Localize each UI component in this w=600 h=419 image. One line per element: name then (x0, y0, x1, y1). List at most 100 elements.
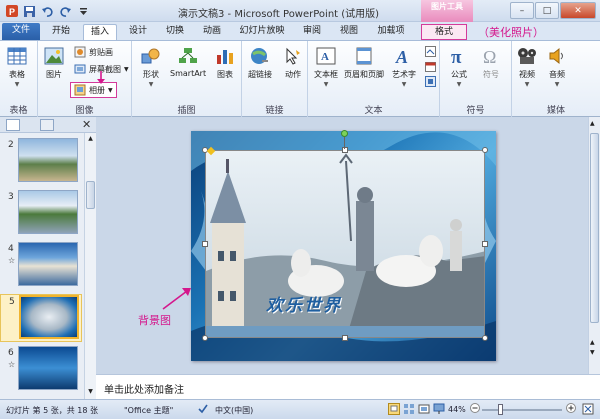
zoom-in-icon[interactable] (566, 403, 576, 415)
notes-placeholder: 单击此处添加备注 (104, 385, 184, 396)
video-button[interactable]: 视频 ▼ (516, 45, 538, 88)
tab-review[interactable]: 审阅 (297, 24, 327, 40)
slides-panel: ✕ 2 3 4 ☆ 5 6 ☆ ▲ ▼ (0, 117, 96, 399)
tab-design[interactable]: 设计 (123, 24, 153, 40)
tab-file[interactable]: 文件 (2, 23, 40, 40)
language[interactable]: 中文(中国) (215, 405, 253, 416)
thumbnail-image (19, 295, 79, 339)
tab-insert[interactable]: 插入 (83, 24, 117, 40)
scroll-down-icon[interactable]: ▼ (590, 349, 595, 356)
tab-addins[interactable]: 加载项 (371, 24, 411, 40)
maximize-button[interactable]: □ (535, 2, 559, 19)
group-label-symbol: 符号 (466, 106, 485, 116)
formula-button[interactable]: π 公式 ▼ (448, 45, 470, 88)
shapes-button[interactable]: 形状 ▼ (140, 45, 162, 88)
picture-button-label: 图片 (46, 70, 62, 79)
outline-tab-icon[interactable] (40, 119, 54, 131)
signature-line-icon[interactable] (424, 45, 436, 57)
scroll-down-icon[interactable]: ▲ (590, 339, 595, 346)
photo-album-button[interactable]: 相册 ▼ (70, 82, 117, 98)
tab-transitions[interactable]: 切换 (160, 24, 190, 40)
slide-thumbnail-2[interactable]: 2 (0, 138, 82, 186)
close-button[interactable]: ✕ (560, 2, 596, 19)
clipart-label: 剪贴画 (89, 47, 113, 57)
hyperlink-button[interactable]: 超链接 (248, 45, 272, 80)
clipart-button[interactable]: 剪贴画 (74, 45, 113, 59)
picture-button[interactable]: 图片 (43, 45, 65, 80)
zoom-level[interactable]: 44% (448, 405, 466, 414)
reading-view-icon[interactable] (418, 403, 430, 415)
audio-button[interactable]: 音频 ▼ (546, 45, 568, 88)
symbol-label: 符号 (483, 70, 499, 79)
scroll-up-icon[interactable]: ▲ (86, 135, 95, 144)
table-button-label: 表格 (9, 70, 25, 79)
slide-thumbnail-5[interactable]: 5 (0, 294, 82, 342)
notes-pane[interactable]: 单击此处添加备注 (96, 374, 600, 399)
scroll-thumb[interactable] (86, 181, 95, 209)
shapes-icon (140, 45, 162, 67)
scroll-down-icon[interactable]: ▼ (86, 388, 95, 397)
editor-scrollbar[interactable]: ▲ ▲ ▼ (588, 117, 600, 374)
close-panel-icon[interactable]: ✕ (82, 118, 91, 131)
redo-icon[interactable] (58, 4, 73, 19)
zoom-slider-track[interactable] (482, 409, 562, 411)
group-label-illustration: 插图 (177, 106, 196, 116)
object-icon[interactable] (424, 75, 436, 87)
resize-handle-br[interactable] (482, 335, 488, 341)
wordart-button[interactable]: A 艺术字 ▼ (392, 45, 416, 88)
slide-thumbnail-4[interactable]: 4 ☆ (0, 242, 82, 290)
resize-handle-b[interactable] (342, 335, 348, 341)
slide-thumbnail-3[interactable]: 3 (0, 190, 82, 238)
zoom-out-icon[interactable] (470, 403, 480, 415)
photo-caption: 欢乐世界 (266, 296, 342, 316)
normal-view-icon[interactable] (388, 403, 400, 415)
undo-icon[interactable] (40, 4, 55, 19)
audio-label: 音频 (549, 70, 565, 79)
film-reel-icon (516, 45, 538, 67)
table-button[interactable]: 表格 ▼ (6, 45, 28, 88)
header-footer-button[interactable]: 页眉和页脚 (344, 45, 384, 80)
resize-handle-l[interactable] (202, 241, 208, 247)
window-title: 演示文稿3 - Microsoft PowerPoint (试用版) (178, 9, 380, 20)
powerpoint-logo-icon[interactable]: P (4, 4, 19, 19)
tab-view[interactable]: 视图 (334, 24, 364, 40)
photo-album-label: 相册 (89, 85, 105, 95)
resize-handle-r[interactable] (482, 241, 488, 247)
tab-home[interactable]: 开始 (46, 24, 76, 40)
save-icon[interactable] (22, 4, 37, 19)
date-time-icon[interactable] (424, 60, 436, 72)
action-icon (282, 45, 304, 67)
resize-handle-t[interactable] (342, 147, 348, 153)
symbol-button[interactable]: Ω 符号 (480, 45, 502, 80)
resize-handle-tr[interactable] (482, 147, 488, 153)
resize-handle-bl[interactable] (202, 335, 208, 341)
fit-to-window-icon[interactable] (582, 403, 594, 417)
rotation-handle[interactable] (341, 130, 348, 137)
group-symbol: π 公式 ▼ Ω 符号 符号 (440, 41, 512, 117)
slides-tab-icon[interactable] (6, 119, 20, 131)
chart-button[interactable]: 图表 (214, 45, 236, 80)
slide-sorter-icon[interactable] (403, 403, 415, 415)
action-button[interactable]: 动作 (282, 45, 304, 80)
selected-photo[interactable]: 欢乐世界 (205, 150, 485, 338)
scroll-thumb[interactable] (590, 133, 599, 323)
smartart-button[interactable]: SmartArt (170, 45, 206, 78)
customize-qat-icon[interactable] (76, 4, 91, 19)
slide-thumbnail-6[interactable]: 6 ☆ (0, 346, 82, 394)
slideshow-icon[interactable] (433, 403, 445, 415)
picture-icon (43, 45, 65, 67)
textbox-button[interactable]: A 文本框 ▼ (314, 45, 338, 88)
panel-scrollbar[interactable]: ▲ ▼ (84, 133, 96, 399)
scroll-up-icon[interactable]: ▲ (590, 120, 595, 127)
textbox-icon: A (315, 45, 337, 67)
spellcheck-icon[interactable] (197, 403, 209, 417)
chevron-down-icon: ▼ (456, 81, 462, 88)
tab-format[interactable]: 格式 (421, 24, 467, 40)
chevron-down-icon: ▼ (554, 81, 560, 88)
chevron-down-icon: ▼ (14, 81, 20, 88)
minimize-button[interactable]: – (510, 2, 534, 19)
rotation-stem (344, 137, 345, 149)
tab-slideshow[interactable]: 幻灯片放映 (234, 24, 290, 40)
tab-animations[interactable]: 动画 (197, 24, 227, 40)
zoom-slider-thumb[interactable] (498, 404, 503, 415)
